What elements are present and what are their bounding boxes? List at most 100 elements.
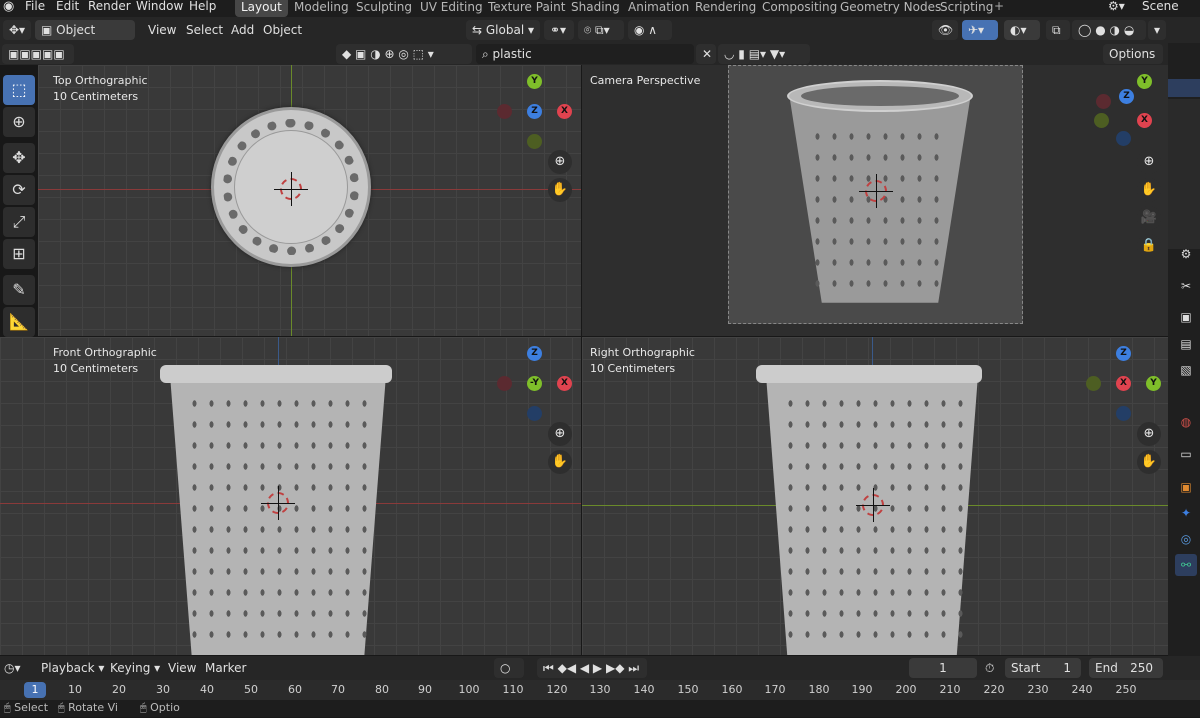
tab-layout[interactable]: Layout (235, 0, 288, 17)
gizmo-x-icon[interactable]: X (1116, 376, 1131, 391)
tab-shading[interactable]: Shading (565, 0, 626, 17)
viewport-right-ortho[interactable]: Right Orthographic 10 Centimeters Z X Y … (582, 337, 1168, 655)
autokey-icon[interactable]: ○ ▾ (494, 658, 524, 695)
start-frame-field[interactable]: Start 1 (1005, 658, 1081, 678)
menu-marker[interactable]: Marker (205, 658, 246, 678)
data-properties-icon[interactable]: ⚯ (1175, 554, 1197, 576)
orientation-dropdown[interactable]: ⇆ Global ▾ (466, 20, 540, 40)
gizmo-y-icon[interactable]: Y (1137, 74, 1152, 89)
gizmo-neg-y-icon[interactable] (1094, 113, 1109, 128)
gizmo-neg-y-icon[interactable]: -Y (527, 376, 542, 391)
menu-playback[interactable]: Playback ▾ (41, 658, 104, 678)
proportional-edit-icon[interactable]: ◉ ∧ (628, 20, 672, 40)
annotate-tool-icon[interactable]: ✎ (3, 275, 35, 305)
transform-tool-icon[interactable]: ⊞ (3, 239, 35, 269)
gizmo-neg-y-icon[interactable] (527, 134, 542, 149)
gizmo-neg-z-icon[interactable] (527, 406, 542, 421)
measure-tool-icon[interactable]: 📐 (3, 307, 35, 337)
menu-select[interactable]: Select (186, 20, 223, 40)
tab-sculpting[interactable]: Sculpting (350, 0, 418, 17)
gizmo-x-icon[interactable]: X (557, 104, 572, 119)
zoom-icon[interactable]: ⊕ (1137, 150, 1161, 174)
options-dropdown[interactable]: Options ▾ (1103, 44, 1163, 81)
collection-properties-icon[interactable]: ▭ (1175, 443, 1197, 465)
pan-hand-icon[interactable]: ✋ (1137, 178, 1161, 202)
overlay-toggle-icon[interactable]: ◐▾ (1004, 20, 1040, 40)
editor-type-icon[interactable]: ⚙ (1175, 243, 1197, 265)
scene-name[interactable]: Scene (1142, 0, 1179, 17)
shading-options-icon[interactable]: ▾ (1148, 20, 1166, 40)
tab-geometry-nodes[interactable]: Geometry Nodes (834, 0, 947, 17)
gizmo-neg-z-icon[interactable] (1116, 406, 1131, 421)
timeline-ruler[interactable]: 1 10 20 30 40 50 60 70 80 90 100 110 120 130 140 150 160… (0, 680, 1200, 700)
pan-hand-icon[interactable]: ✋ (1137, 450, 1161, 474)
xray-icon[interactable]: ⧉ (1046, 20, 1070, 40)
tab-texture-paint[interactable]: Texture Paint (482, 0, 571, 17)
gizmo-z-icon[interactable]: Z (1116, 346, 1131, 361)
filter-icons[interactable]: ◆ ▣ ◑ ⊕ ◎ ⬚ ▾ (336, 44, 472, 64)
render-properties-icon[interactable]: ▣ (1175, 306, 1197, 328)
gizmo-neg-x-icon[interactable] (497, 376, 512, 391)
physics-properties-icon[interactable]: ◎ (1175, 528, 1197, 550)
pan-hand-icon[interactable]: ✋ (548, 178, 572, 202)
tab-animation[interactable]: Animation (622, 0, 695, 17)
cursor-tool-icon[interactable]: ⊕ (3, 107, 35, 137)
current-frame-field[interactable]: 1 (909, 658, 977, 678)
end-frame-field[interactable]: End 250 (1089, 658, 1163, 678)
zoom-icon[interactable]: ⊕ (1137, 422, 1161, 446)
gizmo-x-icon[interactable]: X (557, 376, 572, 391)
blender-logo-icon[interactable]: ◉ (3, 0, 14, 17)
viewport-camera[interactable]: Camera Perspective Y Z X ⊕ ✋ 🎥 🔒 (582, 65, 1168, 336)
scene-icon[interactable]: ⚙▾ (1108, 0, 1125, 17)
world-properties-icon[interactable]: ◍ (1175, 411, 1197, 433)
add-workspace-button[interactable]: + (994, 0, 1004, 17)
menu-edit[interactable]: Edit (56, 0, 79, 17)
tab-compositing[interactable]: Compositing (756, 0, 843, 17)
gizmo-neg-x-icon[interactable] (497, 104, 512, 119)
modifier-properties-icon[interactable]: ✦ (1175, 502, 1197, 524)
scale-tool-icon[interactable]: ⤢ (3, 207, 35, 237)
menu-add[interactable]: Add (231, 20, 254, 40)
timeline-editor-icon[interactable]: ◷▾ (4, 658, 21, 678)
snap-icon[interactable]: ⌾ ⧉▾ (578, 20, 624, 40)
mode-dropdown[interactable]: ▣ Object Mode ▾ (35, 20, 135, 57)
view-layer-icon[interactable]: ▧ (1175, 359, 1197, 381)
menu-view[interactable]: View (168, 658, 196, 678)
clear-search-icon[interactable]: ✕ (696, 44, 716, 64)
gizmo-z-icon[interactable]: Z (527, 346, 542, 361)
menu-window[interactable]: Window (136, 0, 183, 17)
gizmo-y-icon[interactable]: Y (527, 74, 542, 89)
search-options-icons[interactable]: ◡ ▮ ▤▾ ▼▾ (718, 44, 810, 64)
menu-help[interactable]: Help (189, 0, 216, 17)
rotate-tool-icon[interactable]: ⟳ (3, 175, 35, 205)
move-tool-icon[interactable]: ✥ (3, 143, 35, 173)
gizmo-neg-x-icon[interactable] (1096, 94, 1111, 109)
select-box-tool-icon[interactable]: ⬚ (3, 75, 35, 105)
tab-rendering[interactable]: Rendering (689, 0, 762, 17)
menu-view[interactable]: View (148, 20, 176, 40)
search-input[interactable]: ⌕ plastic (476, 44, 694, 64)
tab-scripting[interactable]: Scripting (934, 0, 999, 17)
playback-controls-icon[interactable]: ⏮ ◆◀ ◀ ▶ ▶◆ ⏭ (537, 658, 647, 678)
gizmo-toggle-icon[interactable]: ✈▾ (962, 20, 998, 40)
menu-file[interactable]: File (25, 0, 45, 17)
output-properties-icon[interactable]: ▤ (1175, 333, 1197, 355)
gizmo-neg-z-icon[interactable] (1116, 131, 1131, 146)
menu-render[interactable]: Render (88, 0, 131, 17)
object-properties-icon[interactable]: ▣ (1175, 476, 1197, 498)
pan-hand-icon[interactable]: ✋ (548, 450, 572, 474)
camera-view-icon[interactable]: 🎥 (1137, 206, 1161, 230)
lock-icon[interactable]: 🔒 (1137, 234, 1161, 258)
tab-uv-editing[interactable]: UV Editing (414, 0, 489, 17)
viewport-top-ortho[interactable]: Top Orthographic 10 Centimeters Y Z X ⊕ … (38, 65, 581, 336)
menu-object[interactable]: Object (263, 20, 302, 40)
gizmo-x-icon[interactable]: X (1137, 113, 1152, 128)
gizmo-neg-y-icon[interactable] (1086, 376, 1101, 391)
stopwatch-icon[interactable]: ⏱ (985, 658, 994, 678)
editor-type-icon[interactable]: ✥▾ (3, 20, 31, 40)
zoom-icon[interactable]: ⊕ (548, 150, 572, 174)
visibility-icon[interactable]: 👁▾ (932, 20, 958, 57)
selection-mode-icons[interactable]: ▣▣▣▣▣ (2, 44, 74, 64)
gizmo-y-icon[interactable]: Y (1146, 376, 1161, 391)
gizmo-z-icon[interactable]: Z (1119, 89, 1134, 104)
